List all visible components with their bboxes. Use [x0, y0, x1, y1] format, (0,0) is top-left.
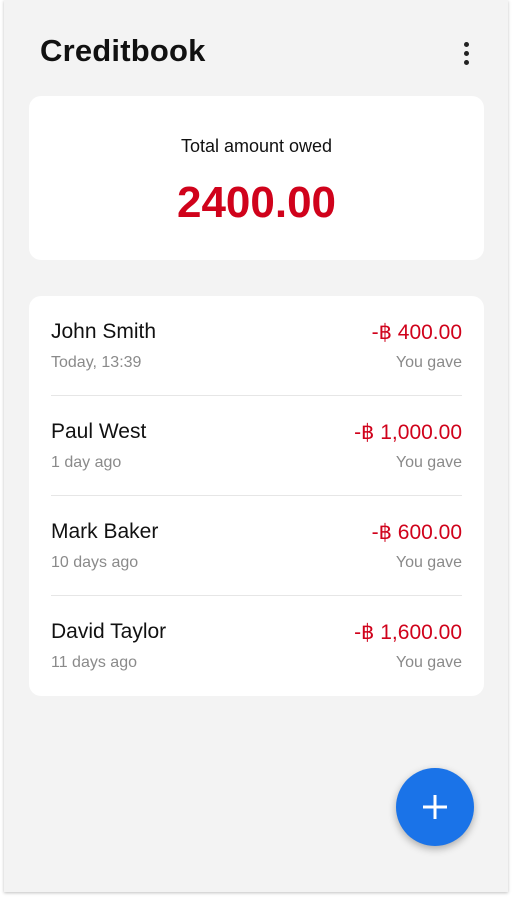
- total-owed-label: Total amount owed: [180, 136, 333, 156]
- entry-time: 10 days ago: [51, 554, 139, 571]
- total-owed-amount: 2400.00: [176, 178, 337, 227]
- list-item[interactable]: David Taylor 11 days ago -฿ 1,600.00 You…: [51, 596, 462, 696]
- entry-time: 1 day ago: [51, 454, 122, 471]
- list-item[interactable]: John Smith Today, 13:39 -฿ 400.00 You ga…: [51, 296, 462, 396]
- app-screen: Creditbook Total amount owed 2400.00 Joh…: [4, 0, 508, 892]
- total-owed-card: Total amount owed 2400.00: [29, 96, 484, 260]
- entry-time: Today, 13:39: [51, 354, 142, 371]
- contact-name: Mark Baker: [51, 520, 159, 543]
- more-vert-icon[interactable]: [454, 38, 478, 68]
- contact-name: David Taylor: [51, 620, 167, 643]
- entry-type: You gave: [395, 454, 462, 471]
- entry-amount: -฿ 400.00: [371, 321, 462, 344]
- menu-dot: [463, 50, 469, 56]
- transactions-list: John Smith Today, 13:39 -฿ 400.00 You ga…: [29, 296, 484, 696]
- contact-name: John Smith: [51, 320, 157, 343]
- contact-name: Paul West: [51, 420, 147, 443]
- entry-type: You gave: [395, 354, 462, 371]
- plus-icon: [423, 795, 447, 819]
- add-entry-button[interactable]: [396, 768, 474, 846]
- menu-dot: [463, 59, 469, 65]
- menu-dot: [463, 41, 469, 47]
- list-item[interactable]: Paul West 1 day ago -฿ 1,000.00 You gave: [51, 396, 462, 496]
- entry-time: 11 days ago: [51, 654, 137, 671]
- entry-amount: -฿ 600.00: [371, 521, 462, 544]
- list-item[interactable]: Mark Baker 10 days ago -฿ 600.00 You gav…: [51, 496, 462, 596]
- entry-type: You gave: [395, 654, 462, 671]
- entry-amount: -฿ 1,000.00: [354, 421, 462, 444]
- entry-type: You gave: [395, 554, 462, 571]
- app-title: Creditbook: [40, 33, 206, 68]
- app-bar: Creditbook: [4, 0, 508, 100]
- entry-amount: -฿ 1,600.00: [354, 621, 462, 644]
